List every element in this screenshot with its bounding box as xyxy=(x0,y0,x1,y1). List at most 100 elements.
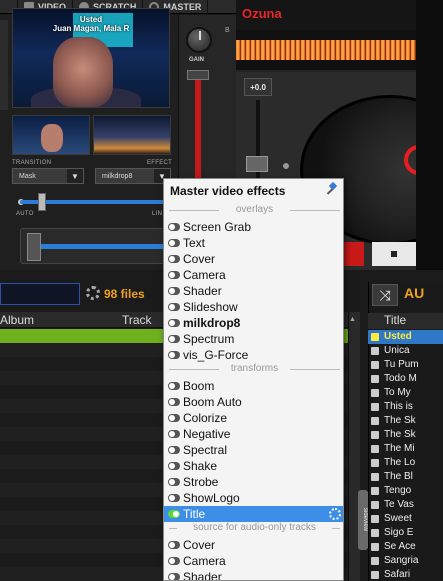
menu-item[interactable]: Camera xyxy=(164,553,343,569)
menu-item[interactable]: Cover xyxy=(164,537,343,553)
song-icon xyxy=(371,571,379,579)
song-icon xyxy=(371,417,379,425)
gain-knob[interactable] xyxy=(186,27,212,53)
menu-item[interactable]: Spectral xyxy=(164,442,343,458)
transition-dropdown[interactable]: Mask ▼ xyxy=(12,168,84,184)
toggle-icon[interactable] xyxy=(168,414,180,422)
toggle-icon[interactable] xyxy=(168,351,180,359)
song-list-item[interactable]: Safari xyxy=(368,568,443,581)
song-list-item[interactable]: The Lo xyxy=(368,456,443,470)
toggle-icon[interactable] xyxy=(168,319,180,327)
toggle-icon[interactable] xyxy=(168,494,180,502)
gear-icon[interactable] xyxy=(86,286,100,300)
song-list-item[interactable]: The Mi xyxy=(368,442,443,456)
audio-crossfader[interactable] xyxy=(20,228,180,264)
song-icon xyxy=(371,431,379,439)
song-list-item[interactable]: Sweet xyxy=(368,512,443,526)
song-list-item[interactable]: Unica xyxy=(368,344,443,358)
toggle-icon[interactable] xyxy=(168,510,180,518)
pitch-reset-dot[interactable] xyxy=(283,163,289,169)
menu-item[interactable]: milkdrop8 xyxy=(164,315,343,331)
column-header-track[interactable]: Track xyxy=(122,313,152,327)
song-title: Unica xyxy=(384,345,410,356)
gear-icon[interactable] xyxy=(329,508,341,520)
menu-item[interactable]: Shader xyxy=(164,569,343,580)
toggle-icon[interactable] xyxy=(168,573,180,580)
song-list-item[interactable]: Todo M xyxy=(368,372,443,386)
menu-item[interactable]: Camera xyxy=(164,267,343,283)
waveform-signal xyxy=(236,40,443,60)
stop-button[interactable] xyxy=(372,242,416,266)
sidelist-column-title[interactable]: Title xyxy=(368,313,443,329)
chevron-down-icon[interactable]: ▼ xyxy=(67,169,83,183)
toggle-icon[interactable] xyxy=(168,303,180,311)
song-icon xyxy=(371,361,379,369)
menu-item[interactable]: Screen Grab xyxy=(164,219,343,235)
title-overlay-text: Usted Juan Magan, Mala R xyxy=(13,15,169,33)
menu-item[interactable]: Strobe xyxy=(164,474,343,490)
song-list-item[interactable]: To My xyxy=(368,386,443,400)
toggle-icon[interactable] xyxy=(168,462,180,470)
column-header-album[interactable]: Album xyxy=(0,313,34,327)
toggle-icon[interactable] xyxy=(168,430,180,438)
song-list-item[interactable]: Sigo E xyxy=(368,526,443,540)
song-list-item[interactable]: The Bl xyxy=(368,470,443,484)
master-video-preview[interactable]: Usted Juan Magan, Mala R xyxy=(12,8,170,108)
song-list-item[interactable]: The Sk xyxy=(368,414,443,428)
deck-b-video-thumb[interactable] xyxy=(93,115,171,155)
search-input[interactable] xyxy=(0,283,80,305)
toggle-icon[interactable] xyxy=(168,223,180,231)
menu-item[interactable]: Text xyxy=(164,235,343,251)
song-title: Se Ace xyxy=(384,541,416,552)
toggle-icon[interactable] xyxy=(168,239,180,247)
deck-b-label: B xyxy=(225,27,230,34)
menu-item[interactable]: vis_G-Force xyxy=(164,347,343,363)
menu-item[interactable]: Negative xyxy=(164,426,343,442)
menu-item[interactable]: Colorize xyxy=(164,410,343,426)
menu-item[interactable]: ShowLogo xyxy=(164,490,343,506)
toggle-icon[interactable] xyxy=(168,271,180,279)
sidelist-title: AU xyxy=(404,285,425,301)
song-list-item[interactable]: This is xyxy=(368,400,443,414)
toggle-icon[interactable] xyxy=(168,541,180,549)
toggle-icon[interactable] xyxy=(168,478,180,486)
crossfader-knob[interactable] xyxy=(27,233,41,261)
menu-item[interactable]: Shake xyxy=(164,458,343,474)
pin-icon[interactable] xyxy=(327,183,339,195)
video-crossfader-knob[interactable] xyxy=(38,193,46,211)
toggle-icon[interactable] xyxy=(168,287,180,295)
song-list-item[interactable]: Se Ace xyxy=(368,540,443,554)
shuffle-icon[interactable]: ⤨ xyxy=(372,284,398,306)
song-title: The Sk xyxy=(384,429,416,440)
menu-item[interactable]: Title xyxy=(164,506,343,522)
song-list-item[interactable]: Tengo xyxy=(368,484,443,498)
toggle-icon[interactable] xyxy=(168,255,180,263)
song-list-item[interactable]: Usted xyxy=(368,330,443,344)
pitch-slider-knob[interactable] xyxy=(246,156,268,172)
toggle-icon[interactable] xyxy=(168,557,180,565)
song-list-item[interactable]: The Sk xyxy=(368,428,443,442)
effect-label: EFFECT xyxy=(147,160,173,166)
waveform[interactable] xyxy=(236,30,443,70)
pitch-value: +0.0 xyxy=(244,78,272,96)
menu-item[interactable]: Boom xyxy=(164,378,343,394)
effect-dropdown[interactable]: milkdrop8 ▼ xyxy=(95,168,171,184)
cue-button[interactable] xyxy=(342,242,364,266)
toggle-icon[interactable] xyxy=(168,335,180,343)
song-list-item[interactable]: Sangria xyxy=(368,554,443,568)
menu-item[interactable]: Spectrum xyxy=(164,331,343,347)
menu-item[interactable]: Boom Auto xyxy=(164,394,343,410)
toggle-icon[interactable] xyxy=(168,382,180,390)
menu-item-label: Strobe xyxy=(183,475,219,489)
song-list-item[interactable]: Tu Pum xyxy=(368,358,443,372)
toggle-icon[interactable] xyxy=(168,398,180,406)
menu-item[interactable]: Slideshow xyxy=(164,299,343,315)
master-fader-knob[interactable] xyxy=(187,70,209,80)
song-list-item[interactable]: Te Vas xyxy=(368,498,443,512)
toggle-icon[interactable] xyxy=(168,446,180,454)
menu-item[interactable]: Shader xyxy=(164,283,343,299)
menu-item[interactable]: Cover xyxy=(164,251,343,267)
deck-a-video-thumb[interactable] xyxy=(12,115,90,155)
scroll-up-icon[interactable]: ▲ xyxy=(349,316,356,323)
song-icon xyxy=(371,515,379,523)
